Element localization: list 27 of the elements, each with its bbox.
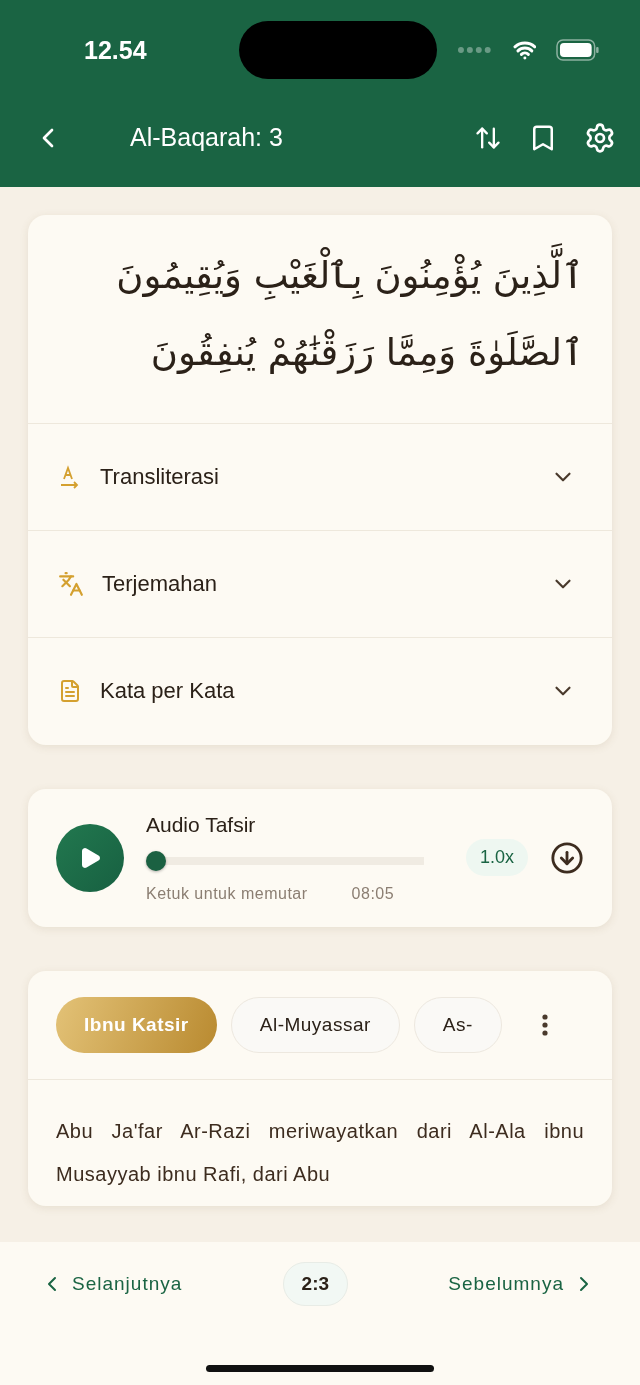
screen-title: Al-Baqarah: 3 bbox=[130, 123, 284, 152]
speed-button[interactable]: 1.0x bbox=[465, 839, 528, 877]
slider-thumb[interactable] bbox=[146, 850, 166, 871]
verse-number: 2:3 bbox=[282, 1262, 349, 1306]
more-button[interactable] bbox=[542, 1013, 548, 1036]
arabic-verse-line: ٱلصَّلَوٰةَ وَمِمَّا رَزَقْنَٰهُمْ يُنفِقُونَ bbox=[149, 328, 584, 376]
source-tab[interactable]: As- bbox=[413, 996, 502, 1053]
expandable-section[interactable]: Kata per Kata bbox=[28, 637, 612, 745]
download-icon bbox=[550, 840, 584, 875]
previous-verse-link[interactable]: Sebelumnya bbox=[448, 1272, 596, 1296]
download-button[interactable] bbox=[550, 840, 584, 875]
tafsir-text: Abu Ja'far Ar-Razi meriwayatkan dari Al-Ala ibnu Musayyab ibnu Rafi, dari Abu bbox=[55, 1118, 585, 1187]
settings-icon bbox=[584, 121, 616, 154]
translate-icon bbox=[58, 570, 84, 597]
audio-hint: Ketuk untuk memutar bbox=[146, 884, 308, 903]
arabic-verse-line: ٱلَّذِينَ يُؤْمِنُونَ بِٱلْغَيْبِ وَيُقِيمُونَ bbox=[56, 245, 584, 308]
audio-title: Audio Tafsir bbox=[146, 812, 257, 837]
expandable-section[interactable]: Transliterasi bbox=[28, 423, 612, 531]
battery-icon bbox=[556, 39, 600, 61]
status-time: 12.54 bbox=[84, 35, 148, 65]
document-icon bbox=[58, 679, 82, 704]
source-tab[interactable]: Al-Muyassar bbox=[230, 996, 400, 1053]
more-icon bbox=[542, 1013, 548, 1036]
audio-duration: 08:05 bbox=[351, 884, 395, 903]
signal-icon bbox=[457, 46, 493, 54]
expandable-section[interactable]: Terjemahan bbox=[28, 530, 612, 638]
next-verse-link[interactable]: Selanjutnya bbox=[40, 1272, 183, 1296]
